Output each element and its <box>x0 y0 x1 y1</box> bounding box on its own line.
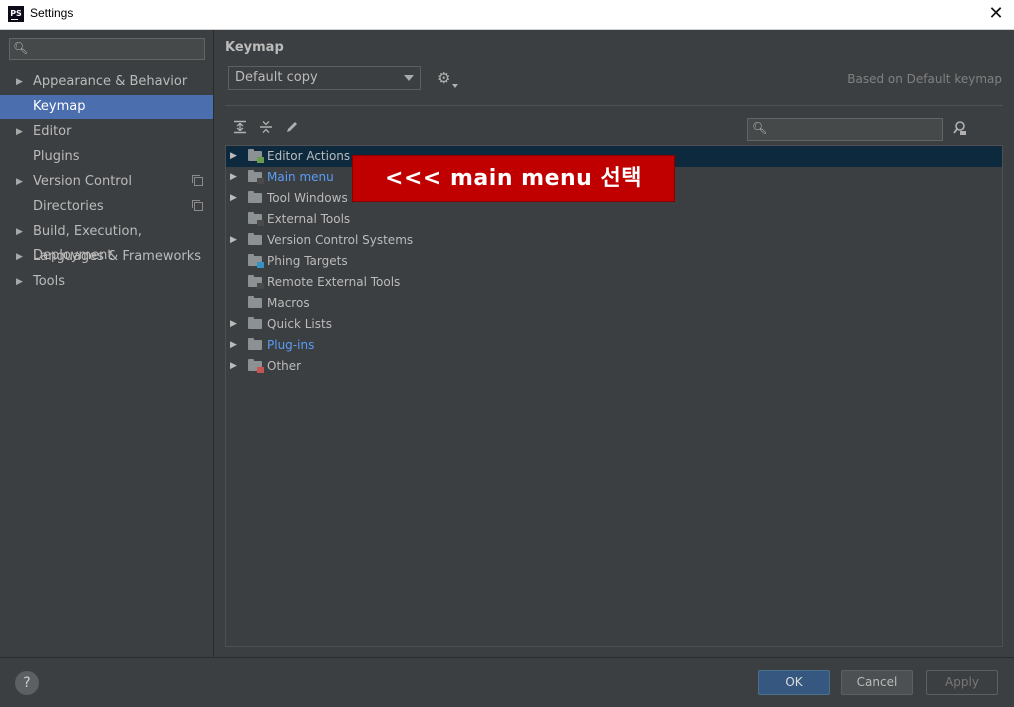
action-search-input[interactable]: 🔍︎ <box>747 118 943 141</box>
folder-icon <box>248 233 262 245</box>
find-by-shortcut-icon[interactable] <box>952 120 970 138</box>
tree-row[interactable]: Phing Targets <box>226 251 1002 272</box>
expand-arrow-icon[interactable]: ▶ <box>230 356 237 377</box>
sidebar-item-label: Languages & Frameworks <box>33 249 202 264</box>
sidebar-item-version-control[interactable]: ▶ Version Control <box>0 170 213 194</box>
pencil-icon[interactable] <box>283 120 301 138</box>
expand-arrow-icon[interactable]: ▶ <box>230 335 237 356</box>
main-menu-folder-icon <box>248 170 264 184</box>
sidebar-item-label: Appearance & Behavior <box>33 74 188 89</box>
chevron-down-icon <box>404 75 414 81</box>
folder-icon <box>248 296 262 308</box>
tree-row-label: External Tools <box>267 212 351 226</box>
sidebar-item-label: Directories <box>33 199 104 214</box>
phing-folder-icon <box>248 254 264 268</box>
other-folder-icon <box>248 359 264 373</box>
search-icon: 🔍︎ <box>752 121 768 135</box>
sidebar-item-editor[interactable]: ▶ Editor <box>0 120 213 144</box>
gear-icon[interactable]: ⚙ <box>437 69 458 88</box>
keymap-select[interactable]: Default copy <box>228 66 421 90</box>
chevron-right-icon[interactable]: ▶ <box>16 170 23 194</box>
expand-arrow-icon[interactable]: ▶ <box>230 230 237 251</box>
tree-row-label: Plug-ins <box>267 338 315 352</box>
tree-row-label: Editor Actions <box>267 149 351 163</box>
expand-all-icon[interactable] <box>231 120 249 138</box>
sidebar-item-directories[interactable]: Directories <box>0 195 213 219</box>
page-title: Keymap <box>225 40 284 55</box>
sidebar-item-languages-frameworks[interactable]: ▶ Languages & Frameworks <box>0 245 213 269</box>
sidebar-item-label: Plugins <box>33 149 80 164</box>
remote-tools-folder-icon <box>248 275 264 289</box>
sidebar-item-label: Editor <box>33 124 72 139</box>
help-button[interactable]: ? <box>15 671 39 695</box>
tree-row-label: Tool Windows <box>267 191 348 205</box>
search-icon: 🔍︎ <box>13 41 29 55</box>
sidebar-item-keymap[interactable]: Keymap <box>0 95 213 119</box>
sidebar-item-appearance-behavior[interactable]: ▶ Appearance & Behavior <box>0 70 213 94</box>
folder-icon <box>248 338 262 350</box>
keymap-tree: ▶ Editor Actions ▶ Main menu ▶ Tool Windows Ex… <box>225 145 1003 647</box>
title-bar: PS Settings ✕ <box>0 0 1014 30</box>
folder-icon <box>248 191 262 203</box>
tree-row-label: Remote External Tools <box>267 275 401 289</box>
project-scope-icon <box>192 175 203 186</box>
keymap-select-value: Default copy <box>235 70 318 85</box>
tree-row[interactable]: Remote External Tools <box>226 272 1002 293</box>
tree-row[interactable]: Macros <box>226 293 1002 314</box>
based-on-label: Based on Default keymap <box>847 72 1002 86</box>
collapse-all-icon[interactable] <box>257 120 275 138</box>
dialog-footer: ? OK Cancel Apply <box>0 657 1014 707</box>
annotation-callout: <<< main menu 선택 <box>353 156 674 201</box>
sidebar-item-label: Keymap <box>33 99 86 114</box>
cancel-button[interactable]: Cancel <box>841 670 913 695</box>
chevron-right-icon[interactable]: ▶ <box>16 70 23 94</box>
tree-row-label: Version Control Systems <box>267 233 414 247</box>
settings-search-input[interactable]: 🔍︎ <box>9 38 205 60</box>
sidebar-item-label: Tools <box>33 274 66 289</box>
sidebar-item-plugins[interactable]: Plugins <box>0 145 213 169</box>
apply-button[interactable]: Apply <box>926 670 998 695</box>
sidebar-item-tools[interactable]: ▶ Tools <box>0 270 213 294</box>
ok-button[interactable]: OK <box>758 670 830 695</box>
tree-row-label: Main menu <box>267 170 334 184</box>
external-tools-folder-icon <box>248 212 264 226</box>
chevron-right-icon[interactable]: ▶ <box>16 120 23 144</box>
tree-row[interactable]: External Tools <box>226 209 1002 230</box>
tree-row[interactable]: ▶ Version Control Systems <box>226 230 1002 251</box>
phpstorm-app-icon: PS <box>8 6 24 22</box>
expand-arrow-icon[interactable]: ▶ <box>230 314 237 335</box>
expand-arrow-icon[interactable]: ▶ <box>230 188 237 209</box>
chevron-right-icon[interactable]: ▶ <box>16 270 23 294</box>
folder-icon <box>248 317 262 329</box>
close-window-button[interactable]: ✕ <box>984 3 1008 25</box>
expand-arrow-icon[interactable]: ▶ <box>230 146 237 167</box>
tree-row[interactable]: ▶ Plug-ins <box>226 335 1002 356</box>
tree-row[interactable]: ▶ Other <box>226 356 1002 377</box>
sidebar-item-build-execution-deployment[interactable]: ▶ Build, Execution, Deployment <box>0 220 213 263</box>
sidebar-item-label: Version Control <box>33 174 132 189</box>
tree-row-label: Other <box>267 359 302 373</box>
tree-row-label: Macros <box>267 296 310 310</box>
tree-row-label: Phing Targets <box>267 254 348 268</box>
keymap-panel: Keymap Default copy ⚙ Based on Default k… <box>214 30 1014 657</box>
editor-actions-folder-icon <box>248 149 264 163</box>
tree-row-label: Quick Lists <box>267 317 332 331</box>
chevron-right-icon[interactable]: ▶ <box>16 220 23 244</box>
divider <box>225 105 1003 106</box>
expand-arrow-icon[interactable]: ▶ <box>230 167 237 188</box>
chevron-right-icon[interactable]: ▶ <box>16 245 23 269</box>
window-title: Settings <box>30 6 74 20</box>
settings-sidebar: 🔍︎ ▶ Appearance & Behavior Keymap ▶ Editor Pl… <box>0 30 214 657</box>
tree-row[interactable]: ▶ Quick Lists <box>226 314 1002 335</box>
project-scope-icon <box>192 200 203 211</box>
